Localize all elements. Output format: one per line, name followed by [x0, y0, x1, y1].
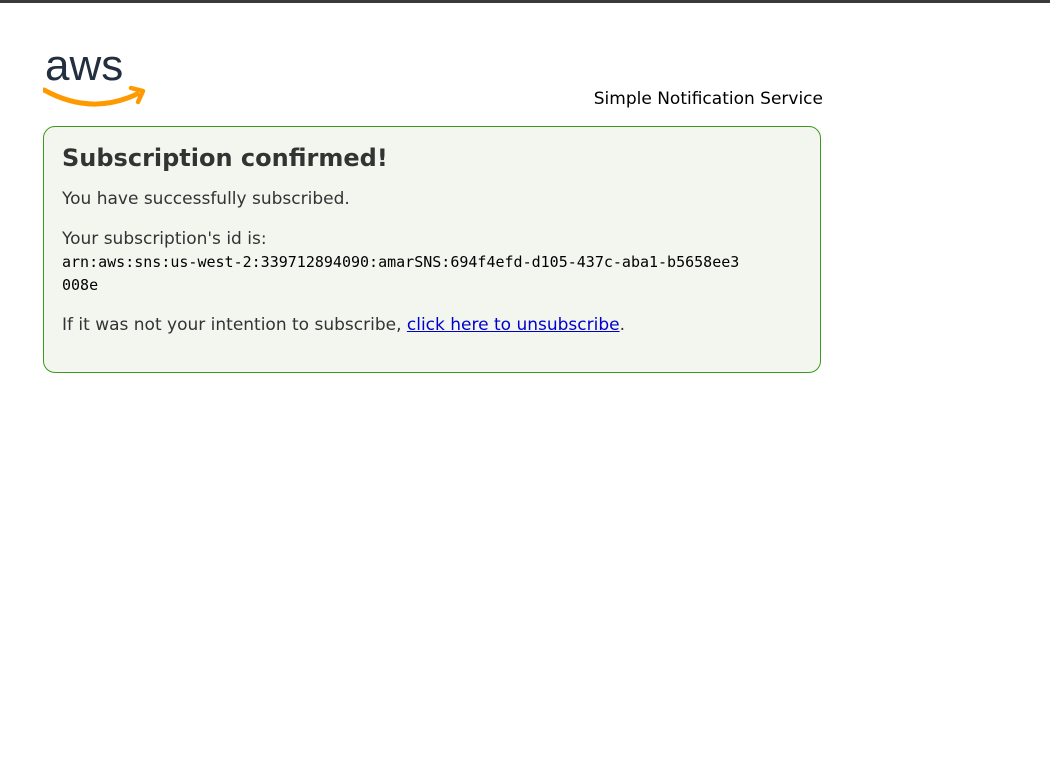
- confirmation-title: Subscription confirmed!: [62, 144, 388, 172]
- unsubscribe-prefix: If it was not your intention to subscrib…: [62, 315, 407, 335]
- subscription-id-label: Your subscription's id is:: [62, 229, 267, 249]
- unsubscribe-line: If it was not your intention to subscrib…: [62, 313, 802, 337]
- confirmation-panel: Subscription confirmed! You have success…: [43, 126, 821, 373]
- page-header: aws Simple Notification Service: [43, 44, 823, 114]
- success-message: You have successfully subscribed.: [62, 189, 350, 209]
- aws-logo-text: aws: [45, 44, 123, 90]
- subscription-arn: arn:aws:sns:us-west-2:339712894090:amarS…: [62, 253, 740, 294]
- aws-smile-icon: [43, 87, 140, 107]
- service-name: Simple Notification Service: [593, 89, 823, 109]
- unsubscribe-suffix: .: [619, 315, 626, 335]
- browser-top-border: [0, 0, 1050, 3]
- aws-logo-icon: aws: [43, 44, 146, 107]
- unsubscribe-link[interactable]: click here to unsubscribe: [407, 315, 620, 335]
- aws-logo: aws: [43, 44, 147, 110]
